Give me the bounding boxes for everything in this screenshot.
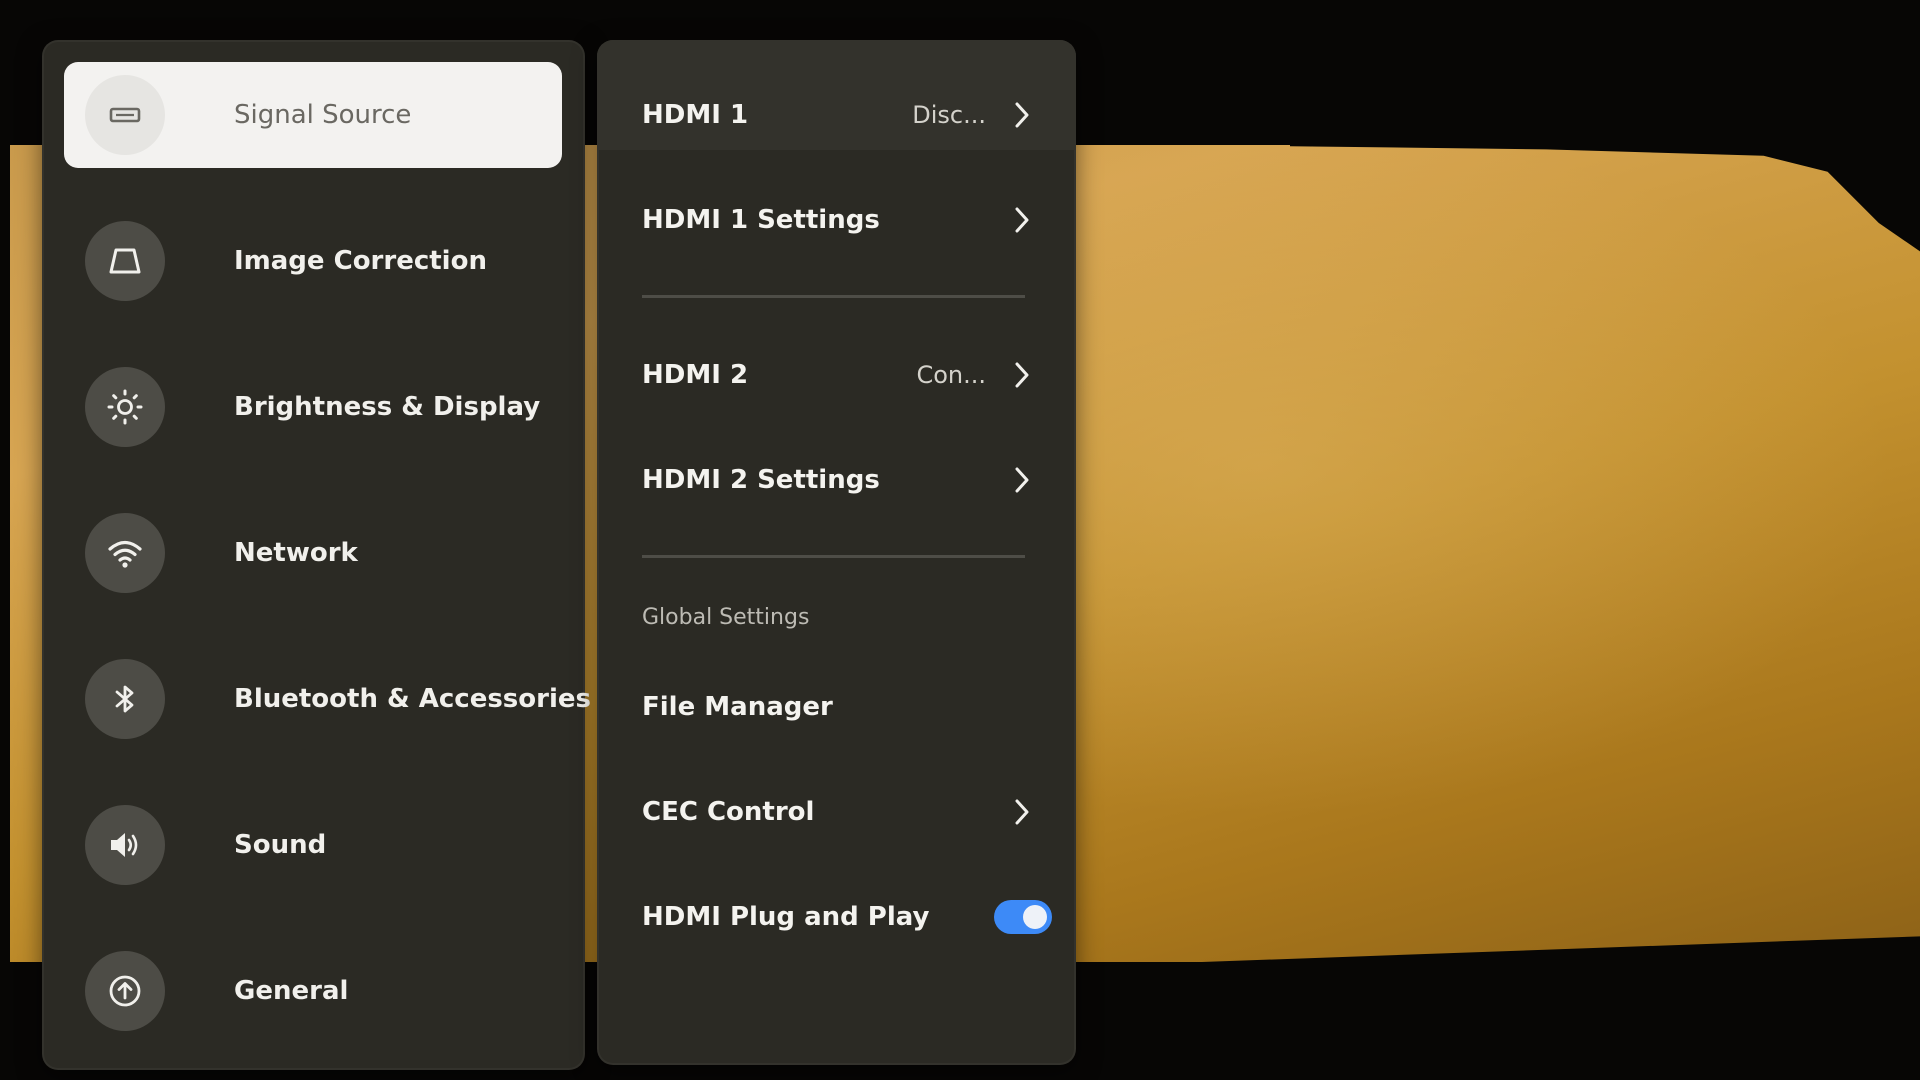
sidebar-item-label: General: [234, 976, 349, 1006]
hdmi-2-option[interactable]: HDMI 2 Con...: [642, 345, 1036, 405]
sidebar-item-label: Signal Source: [234, 100, 412, 130]
cec-control-option[interactable]: CEC Control: [642, 782, 1036, 842]
sidebar-item-brightness-display[interactable]: Brightness & Display: [64, 354, 562, 460]
file-manager-option[interactable]: File Manager: [642, 677, 1036, 737]
sidebar-item-general[interactable]: General: [64, 938, 562, 1044]
option-label: HDMI 2: [642, 360, 749, 390]
chevron-right-icon: [1008, 203, 1036, 237]
sidebar-item-sound[interactable]: Sound: [64, 792, 562, 898]
connection-status: Disc...: [912, 101, 986, 129]
screen: Signal Source Image Correction Brightnes…: [0, 0, 1920, 1080]
sidebar-item-bluetooth[interactable]: Bluetooth & Accessories: [64, 646, 591, 752]
sidebar-item-network[interactable]: Network: [64, 500, 562, 606]
sidebar-item-label: Network: [234, 538, 358, 568]
sidebar-item-image-correction[interactable]: Image Correction: [64, 208, 562, 314]
chevron-right-icon: [1008, 463, 1036, 497]
option-label: CEC Control: [642, 797, 815, 827]
hdmi-1-settings-option[interactable]: HDMI 1 Settings: [642, 190, 1036, 250]
arrow-up-circle-icon: [85, 951, 165, 1031]
speaker-icon: [85, 805, 165, 885]
sidebar-item-signal-source[interactable]: Signal Source: [64, 62, 562, 168]
sidebar-item-label: Sound: [234, 830, 327, 860]
sidebar-item-label: Bluetooth & Accessories: [234, 684, 591, 714]
option-label: HDMI Plug and Play: [642, 902, 930, 932]
sun-brightness-icon: [85, 367, 165, 447]
divider: [642, 295, 1025, 298]
option-label: File Manager: [642, 692, 833, 722]
chevron-right-icon: [1008, 98, 1036, 132]
section-title-global-settings: Global Settings: [642, 605, 810, 630]
wifi-icon: [85, 513, 165, 593]
trapezoid-keystone-icon: [85, 221, 165, 301]
hdmi-1-option[interactable]: HDMI 1 Disc...: [642, 85, 1036, 145]
bluetooth-icon: [85, 659, 165, 739]
hdmi-port-icon: [85, 75, 165, 155]
hdmi-2-settings-option[interactable]: HDMI 2 Settings: [642, 450, 1036, 510]
plug-and-play-toggle[interactable]: [994, 900, 1052, 934]
chevron-right-icon: [1008, 795, 1036, 829]
option-label: HDMI 1: [642, 100, 749, 130]
sidebar-item-label: Brightness & Display: [234, 392, 541, 422]
hdmi-plug-and-play-option[interactable]: HDMI Plug and Play: [642, 887, 1052, 947]
connection-status: Con...: [916, 361, 986, 389]
chevron-right-icon: [1008, 358, 1036, 392]
divider: [642, 555, 1025, 558]
toggle-knob: [1023, 905, 1047, 929]
sidebar-item-label: Image Correction: [234, 246, 487, 276]
option-label: HDMI 2 Settings: [642, 465, 880, 495]
signal-source-panel: HDMI 1 Disc... HDMI 1 Settings HDMI 2 Co…: [597, 40, 1076, 1065]
settings-sidebar: Signal Source Image Correction Brightnes…: [42, 40, 591, 1070]
option-label: HDMI 1 Settings: [642, 205, 880, 235]
